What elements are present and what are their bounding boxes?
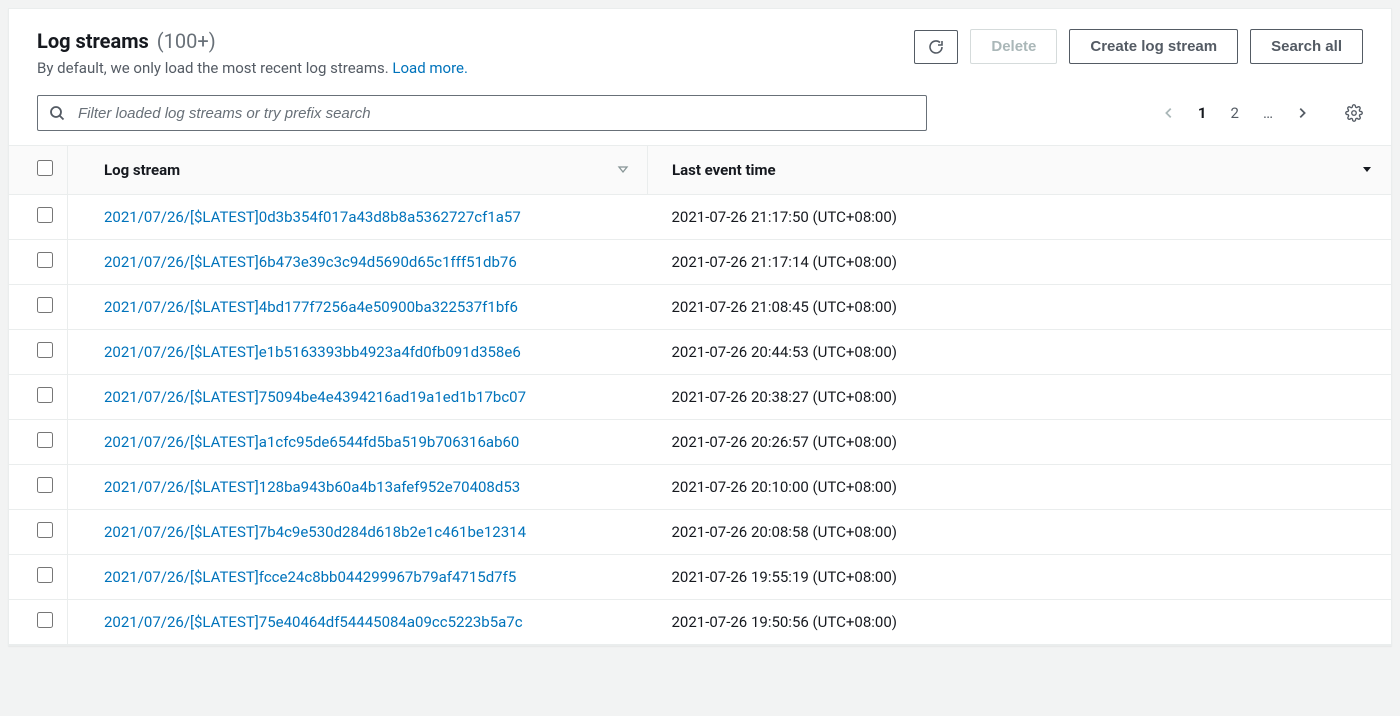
subtitle-text: By default, we only load the most recent… bbox=[37, 59, 392, 77]
page-ellipsis: … bbox=[1261, 104, 1275, 122]
last-event-time: 2021-07-26 20:10:00 (UTC+08:00) bbox=[648, 465, 1392, 510]
table-row: 2021/07/26/[$LATEST]a1cfc95de6544fd5ba51… bbox=[9, 420, 1391, 465]
last-event-time: 2021-07-26 21:08:45 (UTC+08:00) bbox=[648, 285, 1392, 330]
log-stream-link[interactable]: 2021/07/26/[$LATEST]6b473e39c3c94d5690d6… bbox=[104, 253, 517, 271]
last-event-time: 2021-07-26 19:50:56 (UTC+08:00) bbox=[648, 600, 1392, 645]
log-stream-link[interactable]: 2021/07/26/[$LATEST]7b4c9e530d284d618b2e… bbox=[104, 523, 526, 541]
pagination: 1 2 … bbox=[1162, 104, 1363, 122]
col-log-stream-label: Log stream bbox=[104, 161, 180, 179]
search-wrap bbox=[37, 95, 927, 131]
last-event-time: 2021-07-26 20:38:27 (UTC+08:00) bbox=[648, 375, 1392, 420]
log-streams-panel: Log streams (100+) By default, we only l… bbox=[8, 8, 1392, 646]
create-log-stream-button[interactable]: Create log stream bbox=[1069, 29, 1238, 64]
last-event-time: 2021-07-26 21:17:50 (UTC+08:00) bbox=[648, 195, 1392, 240]
chevron-right-icon bbox=[1295, 106, 1309, 120]
row-checkbox[interactable] bbox=[37, 432, 53, 448]
toolbar: 1 2 … bbox=[9, 87, 1391, 145]
triangle-down-icon bbox=[1361, 163, 1373, 175]
search-all-button[interactable]: Search all bbox=[1250, 29, 1363, 64]
col-last-event[interactable]: Last event time bbox=[648, 146, 1392, 195]
row-checkbox[interactable] bbox=[37, 297, 53, 313]
last-event-time: 2021-07-26 20:44:53 (UTC+08:00) bbox=[648, 330, 1392, 375]
page-2[interactable]: 2 bbox=[1229, 104, 1241, 122]
gear-icon bbox=[1345, 104, 1363, 122]
triangle-down-outline-icon bbox=[617, 163, 629, 175]
row-checkbox[interactable] bbox=[37, 612, 53, 628]
last-event-time: 2021-07-26 21:17:14 (UTC+08:00) bbox=[648, 240, 1392, 285]
search-input[interactable] bbox=[37, 95, 927, 131]
table-row: 2021/07/26/[$LATEST]75094be4e4394216ad19… bbox=[9, 375, 1391, 420]
row-checkbox[interactable] bbox=[37, 522, 53, 538]
log-stream-link[interactable]: 2021/07/26/[$LATEST]128ba943b60a4b13afef… bbox=[104, 478, 520, 496]
stream-count: (100+) bbox=[157, 29, 216, 53]
row-checkbox[interactable] bbox=[37, 252, 53, 268]
select-all-checkbox[interactable] bbox=[37, 160, 53, 176]
load-more-link[interactable]: Load more. bbox=[392, 59, 468, 77]
row-checkbox[interactable] bbox=[37, 342, 53, 358]
log-stream-link[interactable]: 2021/07/26/[$LATEST]75094be4e4394216ad19… bbox=[104, 388, 526, 406]
last-event-time: 2021-07-26 20:26:57 (UTC+08:00) bbox=[648, 420, 1392, 465]
table-row: 2021/07/26/[$LATEST]e1b5163393bb4923a4fd… bbox=[9, 330, 1391, 375]
log-streams-table: Log stream Last event time 2021/07/26/[$… bbox=[9, 145, 1391, 645]
refresh-button[interactable] bbox=[914, 30, 958, 64]
page-title: Log streams bbox=[37, 29, 149, 53]
table-row: 2021/07/26/[$LATEST]4bd177f7256a4e50900b… bbox=[9, 285, 1391, 330]
table-row: 2021/07/26/[$LATEST]7b4c9e530d284d618b2e… bbox=[9, 510, 1391, 555]
page-prev bbox=[1162, 106, 1176, 120]
row-checkbox[interactable] bbox=[37, 567, 53, 583]
chevron-left-icon bbox=[1162, 106, 1176, 120]
log-stream-link[interactable]: 2021/07/26/[$LATEST]75e40464df54445084a0… bbox=[104, 613, 523, 631]
log-stream-link[interactable]: 2021/07/26/[$LATEST]e1b5163393bb4923a4fd… bbox=[104, 343, 521, 361]
log-stream-link[interactable]: 2021/07/26/[$LATEST]fcce24c8bb044299967b… bbox=[104, 568, 516, 586]
log-stream-link[interactable]: 2021/07/26/[$LATEST]4bd177f7256a4e50900b… bbox=[104, 298, 518, 316]
header-actions: Delete Create log stream Search all bbox=[914, 29, 1363, 64]
table-settings-button[interactable] bbox=[1345, 104, 1363, 122]
table-row: 2021/07/26/[$LATEST]0d3b354f017a43d8b8a5… bbox=[9, 195, 1391, 240]
last-event-time: 2021-07-26 19:55:19 (UTC+08:00) bbox=[648, 555, 1392, 600]
sort-icon-active bbox=[1361, 161, 1373, 179]
sort-icon-inactive bbox=[617, 161, 629, 179]
select-all-header bbox=[9, 146, 68, 195]
log-stream-link[interactable]: 2021/07/26/[$LATEST]0d3b354f017a43d8b8a5… bbox=[104, 208, 521, 226]
refresh-icon bbox=[928, 39, 944, 55]
last-event-time: 2021-07-26 20:08:58 (UTC+08:00) bbox=[648, 510, 1392, 555]
table-row: 2021/07/26/[$LATEST]75e40464df54445084a0… bbox=[9, 600, 1391, 645]
table-row: 2021/07/26/[$LATEST]fcce24c8bb044299967b… bbox=[9, 555, 1391, 600]
title-block: Log streams (100+) By default, we only l… bbox=[37, 29, 914, 77]
subtitle: By default, we only load the most recent… bbox=[37, 59, 914, 77]
col-log-stream[interactable]: Log stream bbox=[68, 146, 648, 195]
col-last-event-label: Last event time bbox=[672, 161, 776, 179]
log-stream-link[interactable]: 2021/07/26/[$LATEST]a1cfc95de6544fd5ba51… bbox=[104, 433, 519, 451]
table-row: 2021/07/26/[$LATEST]6b473e39c3c94d5690d6… bbox=[9, 240, 1391, 285]
page-next[interactable] bbox=[1295, 106, 1309, 120]
table-row: 2021/07/26/[$LATEST]128ba943b60a4b13afef… bbox=[9, 465, 1391, 510]
row-checkbox[interactable] bbox=[37, 387, 53, 403]
panel-header: Log streams (100+) By default, we only l… bbox=[9, 9, 1391, 87]
page-1[interactable]: 1 bbox=[1196, 104, 1209, 122]
row-checkbox[interactable] bbox=[37, 207, 53, 223]
delete-button: Delete bbox=[970, 29, 1057, 64]
search-icon bbox=[49, 105, 65, 121]
row-checkbox[interactable] bbox=[37, 477, 53, 493]
